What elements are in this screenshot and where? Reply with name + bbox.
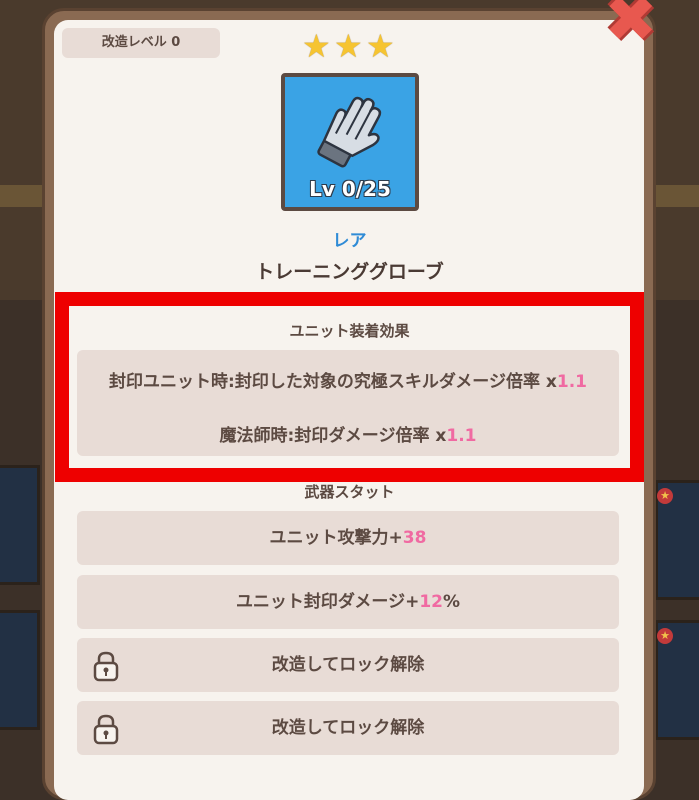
weapon-stat-label: ユニット攻撃力+ [269,528,403,548]
locked-stat-row[interactable]: 改造してロック解除 [77,701,619,755]
weapon-stat-value: 12 [419,592,444,612]
weapon-stat-label: ユニット封印ダメージ+ [235,592,420,612]
weapon-stat-value: 38 [402,528,427,548]
background-slot [0,610,40,730]
weapon-stats-title: 武器スタット [304,483,395,501]
star-icon: ★ [302,27,331,65]
unlock-hint: 改造してロック解除 [271,655,425,675]
item-name: トレーニンググローブ [255,261,444,283]
rarity-stars: ★ ★ ★ [302,30,398,64]
glove-icon [317,96,382,168]
weapon-stat-row: ユニット封印ダメージ+12% [77,575,619,629]
background-star-icon: ★ [657,628,673,644]
item-icon-box: Lv 0/25 [281,73,419,211]
close-button[interactable]: ✖ [604,0,668,52]
star-icon: ★ [334,27,363,65]
highlight-frame [55,292,644,482]
star-icon: ★ [366,27,395,65]
locked-stat-row[interactable]: 改造してロック解除 [77,638,619,692]
lock-icon [93,651,119,682]
weapon-stat-suffix: % [443,592,461,612]
item-rarity: レア [332,231,367,251]
lock-icon [93,714,119,745]
modify-level-label: 改造レベル 0 [62,28,220,58]
weapon-stat-row: ユニット攻撃力+38 [77,511,619,565]
unlock-hint: 改造してロック解除 [271,718,425,738]
item-level: Lv 0/25 [309,177,391,201]
